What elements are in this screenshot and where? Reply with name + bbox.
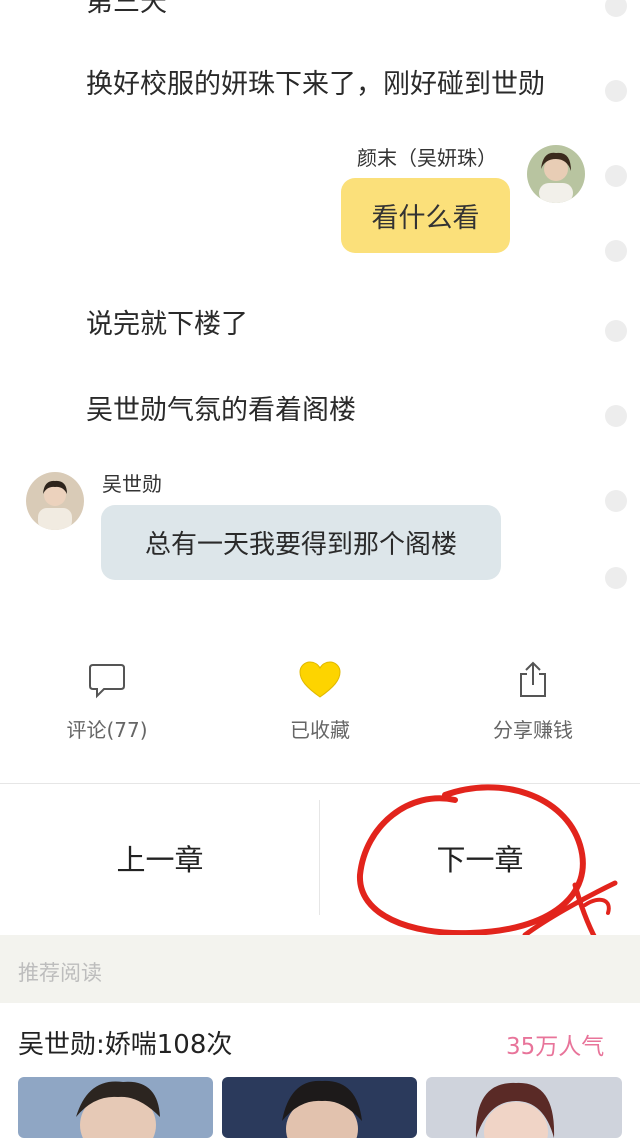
book-title[interactable]: 吴世勋:娇喘108次 <box>18 1024 232 1061</box>
chat-bubble-left: 总有一天我要得到那个阁楼 <box>101 505 501 580</box>
comment-button[interactable]: 评论(77) <box>27 660 187 743</box>
chat-speaker-name: 颜末（吴妍珠） <box>357 146 497 170</box>
book-cover-image <box>222 1077 417 1138</box>
share-label: 分享赚钱 <box>493 718 573 742</box>
share-icon <box>520 661 546 697</box>
comment-label: 评论(77) <box>66 718 148 742</box>
avatar-image <box>527 145 585 203</box>
avatar[interactable] <box>527 145 585 203</box>
story-text-line: 说完就下楼了 <box>86 309 248 340</box>
annotation-circle <box>356 784 618 950</box>
popularity-badge: 35万人气 <box>506 1034 605 1060</box>
chat-speaker-name: 吴世勋 <box>102 472 162 496</box>
story-text-cut-line: 第三天 <box>86 0 167 18</box>
avatar-image <box>26 472 84 530</box>
avatar[interactable] <box>26 472 84 530</box>
scroll-dot <box>605 567 627 589</box>
book-cover-thumbnail[interactable] <box>426 1077 622 1138</box>
scroll-dot <box>605 490 627 512</box>
scroll-dot <box>605 240 627 262</box>
book-cover-image <box>426 1077 622 1138</box>
recommend-title: 推荐阅读 <box>18 961 102 985</box>
favorite-label: 已收藏 <box>290 718 350 742</box>
scroll-dot <box>605 320 627 342</box>
heart-icon <box>299 661 341 698</box>
book-cover-thumbnail[interactable] <box>18 1077 213 1138</box>
story-text-line: 吴世勋气氛的看着阁楼 <box>86 395 356 426</box>
book-cover-image <box>18 1077 213 1138</box>
favorite-button[interactable]: 已收藏 <box>240 660 400 743</box>
story-text-line: 换好校服的妍珠下来了，刚好碰到世勋 <box>86 69 545 100</box>
book-cover-thumbnail[interactable] <box>222 1077 417 1138</box>
speech-bubble-icon <box>89 664 125 699</box>
chat-bubble-right: 看什么看 <box>341 178 510 253</box>
scroll-dot <box>605 0 627 17</box>
prev-chapter-button[interactable]: 上一章 <box>0 785 320 930</box>
recommend-header: 推荐阅读 <box>0 935 640 1003</box>
scroll-dot <box>605 80 627 102</box>
scroll-dot <box>605 405 627 427</box>
share-button[interactable]: 分享赚钱 <box>453 660 613 743</box>
scroll-dot <box>605 165 627 187</box>
